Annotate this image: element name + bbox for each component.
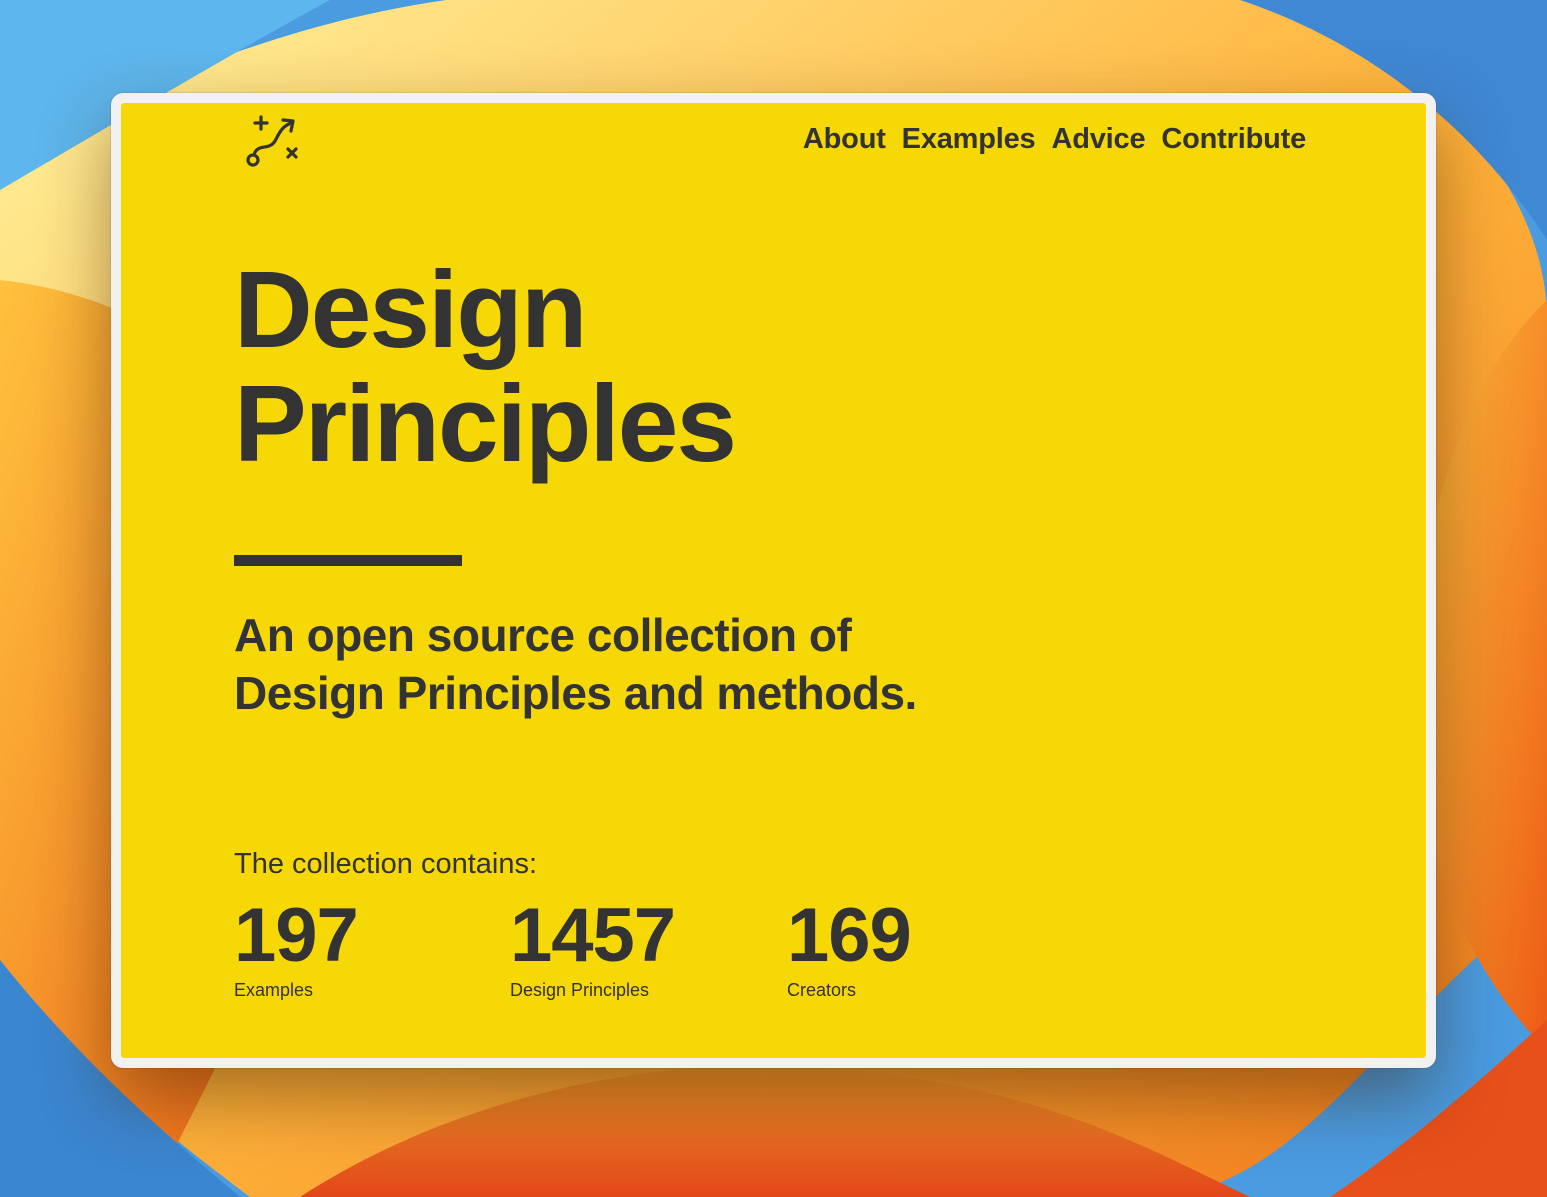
main-nav: About Examples Advice Contribute (803, 123, 1306, 156)
site-logo-icon[interactable] (241, 111, 301, 171)
page-title-line-2: Principles (234, 363, 737, 485)
stat-examples-value: 197 (234, 893, 359, 978)
browser-window: About Examples Advice Contribute Design … (111, 93, 1436, 1068)
title-divider (234, 555, 462, 566)
stat-design-principles-value: 1457 (510, 893, 676, 978)
page-viewport: About Examples Advice Contribute Design … (121, 103, 1426, 1058)
page-title-line-1: Design (234, 249, 587, 371)
stat-creators-label: Creators (787, 980, 857, 1000)
stat-creators-value: 169 (787, 893, 912, 978)
stat-examples-label: Examples (234, 980, 314, 1000)
nav-about[interactable]: About (803, 123, 886, 156)
stat-design-principles-label: Design Principles (510, 980, 650, 1000)
stat-examples: 197 Examples (234, 893, 359, 1001)
page-title: Design Principles (234, 253, 737, 481)
stat-creators: 169 Creators (787, 893, 912, 1001)
nav-advice[interactable]: Advice (1052, 123, 1146, 156)
collection-intro: The collection contains: (234, 848, 538, 880)
stat-design-principles: 1457 Design Principles (510, 893, 676, 1001)
nav-examples[interactable]: Examples (902, 123, 1036, 156)
nav-contribute[interactable]: Contribute (1161, 123, 1306, 156)
tagline: An open source collection of Design Prin… (234, 609, 917, 719)
